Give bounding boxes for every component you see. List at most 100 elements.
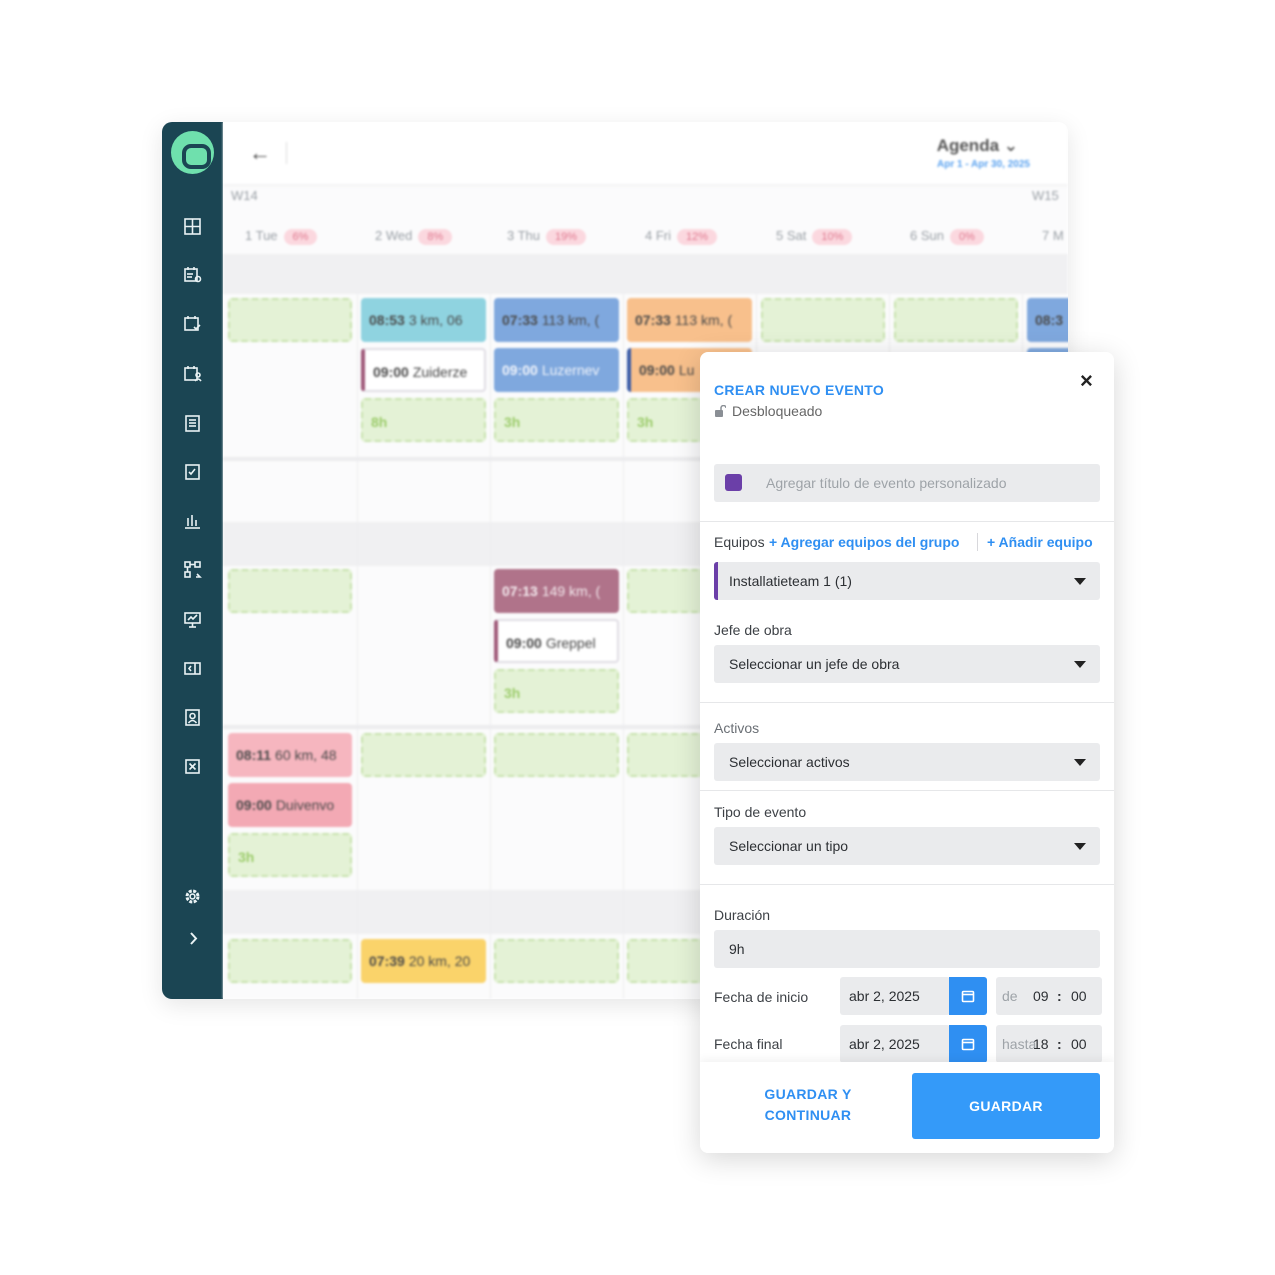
empty-slot[interactable] xyxy=(228,569,352,613)
start-time-input[interactable]: de 09 : 00 xyxy=(996,977,1102,1015)
supervisor-label: Jefe de obra xyxy=(714,622,792,638)
add-team-link[interactable]: + Añadir equipo xyxy=(987,534,1093,550)
start-date-input[interactable]: abr 2, 2025 xyxy=(840,977,950,1015)
row-band xyxy=(223,254,1068,294)
calendar-event[interactable]: 08:53 3 km, 06 xyxy=(361,298,486,342)
agenda-view-selector[interactable]: Agenda ⌄ xyxy=(937,136,1018,156)
duration-input[interactable]: 9h xyxy=(714,930,1100,968)
column-line xyxy=(623,294,624,999)
empty-slot[interactable] xyxy=(494,939,619,983)
event-type-select[interactable]: Seleccionar un tipo xyxy=(714,827,1100,865)
contact-card-icon[interactable] xyxy=(183,708,202,727)
calendar-cost-icon[interactable] xyxy=(183,265,202,284)
chevron-down-icon xyxy=(1074,759,1086,766)
app-logo[interactable] xyxy=(171,131,214,174)
chevron-down-icon xyxy=(1074,578,1086,585)
hours-slot[interactable]: 3h xyxy=(494,398,619,442)
divider xyxy=(700,884,1114,885)
back-arrow-icon[interactable]: ← xyxy=(249,140,271,166)
end-minute[interactable]: 00 xyxy=(1071,1025,1087,1063)
modal-title: CREAR NUEVO EVENTO xyxy=(714,382,885,398)
week-label: W15 xyxy=(1032,188,1059,203)
column-line xyxy=(490,294,491,999)
create-event-modal: CREAR NUEVO EVENTO × Desbloqueado Agrega… xyxy=(700,352,1114,1153)
ticket-icon[interactable] xyxy=(183,659,202,678)
event-type-label: Tipo de evento xyxy=(714,804,807,820)
clipboard-icon[interactable] xyxy=(183,413,202,432)
start-date-calendar-button[interactable] xyxy=(949,977,987,1015)
start-hour[interactable]: 09 xyxy=(1033,977,1049,1015)
calendar-event[interactable]: 07:33 113 km, ( xyxy=(627,298,752,342)
close-icon[interactable]: × xyxy=(1080,368,1093,394)
day-header: 5 Sat 10% xyxy=(776,228,853,245)
calendar-event[interactable]: 09:00 Zuiderze xyxy=(361,348,486,392)
lock-status[interactable]: Desbloqueado xyxy=(714,403,822,419)
calendar-check-icon[interactable] xyxy=(183,314,202,333)
dashboard-icon[interactable] xyxy=(183,217,202,236)
hours-slot[interactable]: 3h xyxy=(494,669,619,713)
day-header: 6 Sun 0% xyxy=(910,228,984,245)
excel-export-icon[interactable] xyxy=(183,757,202,776)
end-hour[interactable]: 18 xyxy=(1033,1025,1049,1063)
divider xyxy=(700,521,1114,522)
day-header: 7 M xyxy=(1042,228,1064,243)
empty-slot[interactable] xyxy=(228,939,352,983)
save-and-continue-button[interactable]: GUARDAR Y CONTINUAR xyxy=(738,1084,878,1126)
modal-footer: GUARDAR Y CONTINUAR GUARDAR xyxy=(700,1062,1114,1153)
team-select[interactable]: Installatieteam 1 (1) xyxy=(714,562,1100,600)
expand-chevron-icon[interactable] xyxy=(183,929,202,948)
empty-slot[interactable] xyxy=(228,298,352,342)
end-date-input[interactable]: abr 2, 2025 xyxy=(840,1025,950,1063)
teams-label: Equipos xyxy=(714,534,765,550)
presentation-icon[interactable] xyxy=(183,610,202,629)
event-color-swatch[interactable] xyxy=(725,474,742,491)
unlock-icon xyxy=(715,405,726,417)
time-separator: : xyxy=(1057,988,1062,1004)
empty-slot[interactable] xyxy=(894,298,1018,342)
calendar-event[interactable]: 08:3 xyxy=(1027,298,1068,342)
calendar-event[interactable]: 07:33 113 km, ( xyxy=(494,298,619,342)
day-header: 2 Wed 8% xyxy=(375,228,453,245)
hours-slot[interactable]: 3h xyxy=(228,833,352,877)
supervisor-select[interactable]: Seleccionar un jefe de obra xyxy=(714,645,1100,683)
calendar-event[interactable]: 08:11 60 km, 48 xyxy=(228,733,352,777)
assets-label: Activos xyxy=(714,720,760,736)
save-button[interactable]: GUARDAR xyxy=(912,1073,1100,1139)
checklist-icon[interactable] xyxy=(183,462,202,481)
calendar-event[interactable]: 09:00 Greppel xyxy=(494,619,619,663)
day-header: 4 Fri 12% xyxy=(645,228,718,245)
start-minute[interactable]: 00 xyxy=(1071,977,1087,1015)
network-icon[interactable] xyxy=(183,560,202,579)
hours-slot[interactable]: 8h xyxy=(361,398,486,442)
link-separator xyxy=(977,533,978,551)
settings-gear-icon[interactable] xyxy=(183,887,202,906)
duration-label: Duración xyxy=(714,907,771,923)
event-title-input[interactable]: Agregar título de evento personalizado xyxy=(714,464,1100,502)
calendar-event[interactable]: 09:00 Duivenvo xyxy=(228,783,352,827)
empty-slot[interactable] xyxy=(761,298,885,342)
end-date-calendar-button[interactable] xyxy=(949,1025,987,1063)
chevron-down-icon xyxy=(1074,661,1086,668)
day-header: 3 Thu 19% xyxy=(507,228,587,245)
end-time-input[interactable]: hasta 18 : 00 xyxy=(996,1025,1102,1063)
week-label: W14 xyxy=(231,188,258,203)
time-separator: : xyxy=(1057,1036,1062,1052)
add-group-teams-link[interactable]: + Agregar equipos del grupo xyxy=(769,534,959,550)
start-time-prefix: de xyxy=(1002,988,1018,1004)
end-time-prefix: hasta xyxy=(1002,1036,1037,1052)
assets-select[interactable]: Seleccionar activos xyxy=(714,743,1100,781)
end-date-label: Fecha final xyxy=(714,1036,783,1052)
reports-chart-icon[interactable] xyxy=(183,511,202,530)
divider xyxy=(700,790,1114,791)
date-range: Apr 1 - Apr 30, 2025 xyxy=(936,159,1030,170)
empty-slot[interactable] xyxy=(494,733,619,777)
chevron-down-icon xyxy=(1074,843,1086,850)
calendar-user-icon[interactable] xyxy=(183,364,202,383)
empty-slot[interactable] xyxy=(361,733,486,777)
sidebar xyxy=(162,122,223,999)
calendar-event[interactable]: 07:39 20 km, 20 xyxy=(361,939,486,983)
calendar-event[interactable]: 09:00 Luzernev xyxy=(494,348,619,392)
calendar-event[interactable]: 07:13 149 km, ( xyxy=(494,569,619,613)
calendar-toolbar: ← Agenda ⌄ Apr 1 - Apr 30, 2025 xyxy=(223,122,1068,184)
calendar-icon xyxy=(961,990,975,1003)
